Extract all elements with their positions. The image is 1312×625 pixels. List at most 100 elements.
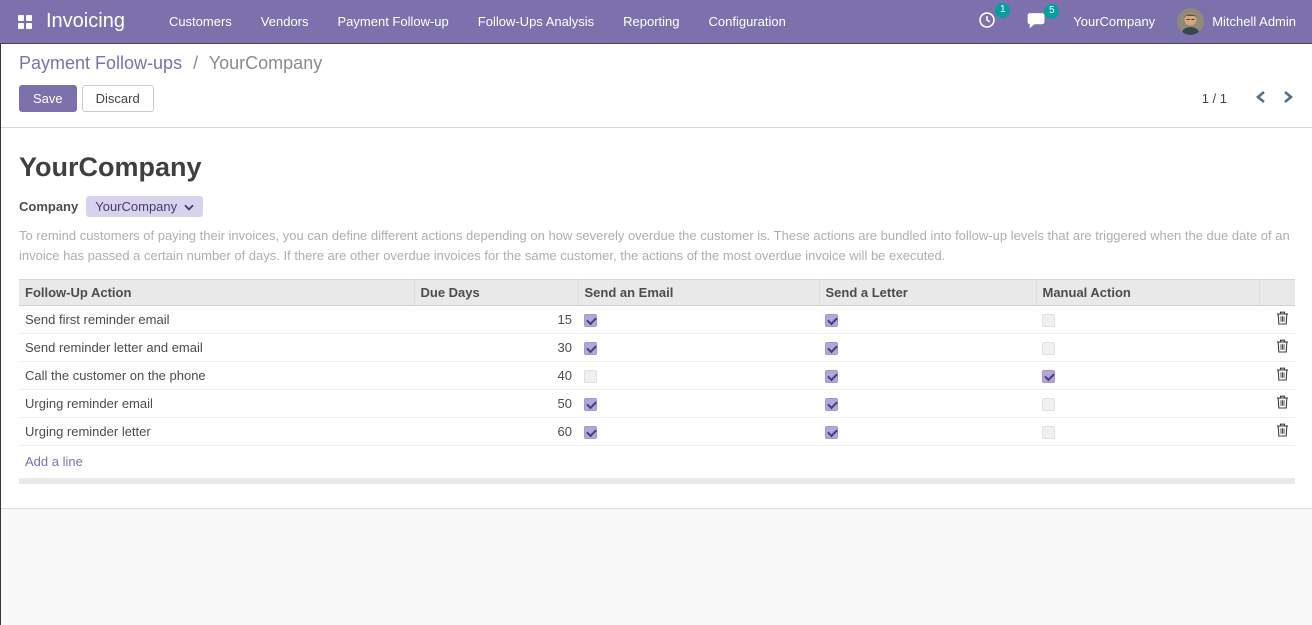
followup-lines-table: Follow-Up Action Due Days Send an Email … xyxy=(19,279,1295,446)
due-days-value: 50 xyxy=(558,396,572,411)
action-label: Send first reminder email xyxy=(25,312,170,327)
add-line-link[interactable]: Add a line xyxy=(25,454,83,469)
col-header-followup-action[interactable]: Follow-Up Action xyxy=(19,280,414,306)
due-days-value: 40 xyxy=(558,368,572,383)
send-letter-checkbox[interactable] xyxy=(825,342,838,355)
apps-menu-button[interactable] xyxy=(12,9,38,35)
page-background xyxy=(1,508,1312,625)
company-label: Company xyxy=(19,199,78,214)
trash-icon[interactable] xyxy=(1276,339,1289,356)
action-cell[interactable]: Call the customer on the phone xyxy=(19,362,414,390)
send-email-cell xyxy=(578,334,819,362)
send-email-checkbox[interactable] xyxy=(584,314,597,327)
send-email-checkbox[interactable] xyxy=(584,370,597,383)
manual-action-checkbox[interactable] xyxy=(1042,342,1055,355)
save-button[interactable]: Save xyxy=(19,85,77,112)
col-header-send-email[interactable]: Send an Email xyxy=(578,280,819,306)
due-days-cell[interactable]: 40 xyxy=(414,362,578,390)
send-email-checkbox[interactable] xyxy=(584,426,597,439)
breadcrumb-parent-link[interactable]: Payment Follow-ups xyxy=(19,53,182,73)
user-menu[interactable]: Mitchell Admin xyxy=(1177,8,1296,35)
manual-action-checkbox[interactable] xyxy=(1042,398,1055,411)
company-switcher[interactable]: YourCompany xyxy=(1073,14,1155,29)
due-days-cell[interactable]: 30 xyxy=(414,334,578,362)
send-letter-cell xyxy=(819,334,1036,362)
table-row: Urging reminder letter 60 xyxy=(19,418,1295,446)
chevron-left-icon xyxy=(1255,90,1266,107)
trash-icon[interactable] xyxy=(1276,367,1289,384)
user-name: Mitchell Admin xyxy=(1212,14,1296,29)
manual-action-cell xyxy=(1036,418,1259,446)
send-email-cell xyxy=(578,362,819,390)
col-header-due-days[interactable]: Due Days xyxy=(414,280,578,306)
chat-bubble-icon xyxy=(1026,12,1045,32)
action-cell[interactable]: Send reminder letter and email xyxy=(19,334,414,362)
help-text: To remind customers of paying their invo… xyxy=(19,226,1294,265)
due-days-cell[interactable]: 60 xyxy=(414,418,578,446)
send-letter-cell xyxy=(819,390,1036,418)
breadcrumb: Payment Follow-ups / YourCompany xyxy=(19,53,1296,74)
company-select-value: YourCompany xyxy=(95,199,177,214)
send-email-checkbox[interactable] xyxy=(584,342,597,355)
menu-item-configuration[interactable]: Configuration xyxy=(708,14,785,29)
action-label: Call the customer on the phone xyxy=(25,368,206,383)
send-letter-cell xyxy=(819,362,1036,390)
menu-item-followups-analysis[interactable]: Follow-Ups Analysis xyxy=(478,14,594,29)
activities-badge: 1 xyxy=(995,3,1010,18)
delete-cell xyxy=(1259,334,1295,362)
app-title[interactable]: Invoicing xyxy=(46,10,125,33)
menu-item-vendors[interactable]: Vendors xyxy=(261,14,309,29)
page-title: YourCompany xyxy=(19,152,1294,183)
table-header-row: Follow-Up Action Due Days Send an Email … xyxy=(19,280,1295,306)
activities-button[interactable]: 1 xyxy=(976,9,1002,34)
company-select[interactable]: YourCompany xyxy=(86,196,203,217)
menu-item-payment-follow-up[interactable]: Payment Follow-up xyxy=(338,14,449,29)
action-cell[interactable]: Send first reminder email xyxy=(19,306,414,334)
action-label: Urging reminder email xyxy=(25,396,153,411)
top-navbar: Invoicing Customers Vendors Payment Foll… xyxy=(0,0,1312,44)
delete-cell xyxy=(1259,306,1295,334)
send-letter-checkbox[interactable] xyxy=(825,426,838,439)
table-footer-strip xyxy=(19,478,1295,484)
manual-action-checkbox[interactable] xyxy=(1042,370,1055,383)
due-days-value: 60 xyxy=(558,424,572,439)
send-letter-checkbox[interactable] xyxy=(825,398,838,411)
messages-badge: 5 xyxy=(1044,4,1059,19)
trash-icon[interactable] xyxy=(1276,311,1289,328)
trash-icon[interactable] xyxy=(1276,395,1289,412)
menu-item-reporting[interactable]: Reporting xyxy=(623,14,679,29)
manual-action-checkbox[interactable] xyxy=(1042,314,1055,327)
due-days-cell[interactable]: 50 xyxy=(414,390,578,418)
trash-icon[interactable] xyxy=(1276,423,1289,440)
due-days-value: 30 xyxy=(558,340,572,355)
send-email-cell xyxy=(578,306,819,334)
pager-value: 1 / 1 xyxy=(1202,91,1227,106)
send-letter-checkbox[interactable] xyxy=(825,314,838,327)
col-header-manual-action[interactable]: Manual Action xyxy=(1036,280,1259,306)
send-letter-checkbox[interactable] xyxy=(825,370,838,383)
delete-cell xyxy=(1259,418,1295,446)
pager: 1 / 1 xyxy=(1202,88,1296,109)
action-cell[interactable]: Urging reminder letter xyxy=(19,418,414,446)
menu-item-customers[interactable]: Customers xyxy=(169,14,232,29)
due-days-value: 15 xyxy=(558,312,572,327)
table-row: Send first reminder email 15 xyxy=(19,306,1295,334)
manual-action-checkbox[interactable] xyxy=(1042,426,1055,439)
col-header-send-letter[interactable]: Send a Letter xyxy=(819,280,1036,306)
manual-action-cell xyxy=(1036,390,1259,418)
main-menu: Customers Vendors Payment Follow-up Foll… xyxy=(169,14,786,29)
pager-previous-button[interactable] xyxy=(1253,88,1268,109)
table-row: Send reminder letter and email 30 xyxy=(19,334,1295,362)
action-cell[interactable]: Urging reminder email xyxy=(19,390,414,418)
chevron-right-icon xyxy=(1283,90,1294,107)
pager-next-button[interactable] xyxy=(1281,88,1296,109)
due-days-cell[interactable]: 15 xyxy=(414,306,578,334)
delete-cell xyxy=(1259,362,1295,390)
send-email-cell xyxy=(578,390,819,418)
delete-cell xyxy=(1259,390,1295,418)
col-header-delete xyxy=(1259,280,1295,306)
discard-button[interactable]: Discard xyxy=(82,85,154,112)
table-row: Call the customer on the phone 40 xyxy=(19,362,1295,390)
messages-button[interactable]: 5 xyxy=(1024,10,1051,34)
send-email-checkbox[interactable] xyxy=(584,398,597,411)
